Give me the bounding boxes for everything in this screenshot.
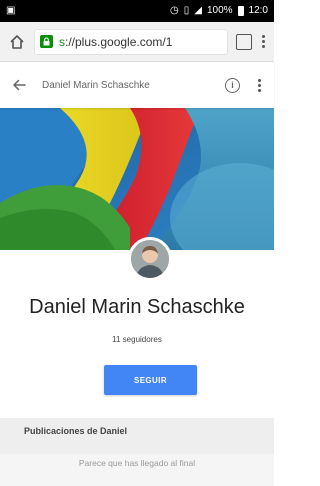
battery-icon bbox=[237, 6, 244, 16]
info-icon[interactable]: i bbox=[225, 77, 240, 93]
follow-button[interactable]: SEGUIR bbox=[104, 365, 197, 395]
vibrate-icon: ▯ bbox=[183, 5, 190, 16]
status-bar: ▣ ◷ ▯ ◢ 100% 12:0 bbox=[0, 0, 274, 22]
home-button[interactable] bbox=[8, 33, 26, 51]
cover-image bbox=[0, 108, 274, 250]
url-text: s://plus.google.com/1 bbox=[59, 35, 172, 49]
tab-switcher-button[interactable] bbox=[236, 33, 252, 50]
browser-toolbar: s://plus.google.com/1 bbox=[0, 22, 274, 62]
alarm-icon: ◷ bbox=[170, 5, 179, 16]
avatar[interactable] bbox=[128, 237, 172, 281]
status-right: ◷ ▯ ◢ 100% 12:0 bbox=[170, 6, 268, 16]
battery-percent: 100% bbox=[206, 5, 233, 16]
cover-photo bbox=[0, 108, 274, 250]
posts-section-header bbox=[0, 418, 274, 454]
profile-name: Daniel Marin Schaschke bbox=[29, 296, 245, 318]
followers-count[interactable]: 11 seguidores bbox=[0, 335, 274, 344]
page-title: Daniel Marin Schaschke bbox=[42, 79, 150, 91]
url-field[interactable]: s://plus.google.com/1 bbox=[34, 28, 228, 55]
avatar-photo bbox=[131, 240, 169, 278]
signal-icon: ◢ bbox=[194, 5, 202, 16]
overflow-menu-icon[interactable] bbox=[256, 78, 262, 92]
home-icon bbox=[10, 34, 24, 49]
url-domain: ://plus.google.com/1 bbox=[65, 34, 173, 49]
app-bar: Daniel Marin Schaschke i bbox=[0, 62, 274, 108]
notification-icon: ▣ bbox=[6, 5, 16, 16]
back-arrow-icon[interactable] bbox=[12, 78, 26, 92]
end-of-feed-message: Parece que has llegado al final bbox=[78, 458, 196, 468]
lock-icon bbox=[40, 35, 53, 48]
status-left: ▣ bbox=[6, 6, 15, 16]
posts-section-title: Publicaciones de Daniel bbox=[24, 426, 128, 436]
browser-menu-icon[interactable] bbox=[260, 35, 266, 48]
clock: 12:0 bbox=[248, 5, 268, 16]
